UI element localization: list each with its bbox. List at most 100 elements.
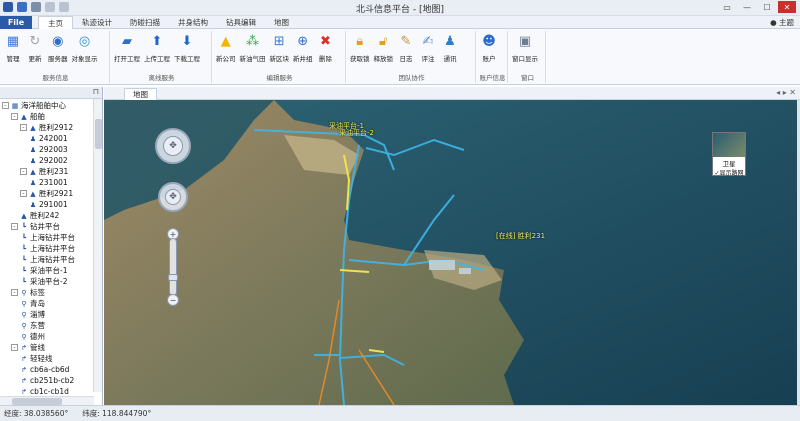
tree-node[interactable]: ♟ 242001 — [0, 133, 102, 144]
tree-node[interactable]: ┗ 上海钻井平台 — [0, 232, 102, 243]
expand-toggle-icon[interactable]: - — [11, 344, 18, 351]
expand-toggle-icon[interactable]: - — [11, 289, 18, 296]
tab-scroll-arrows[interactable]: ◂ ▸ ✕ — [776, 88, 796, 97]
tree-node[interactable]: ⚲ 东营 — [0, 320, 102, 331]
tree-node-label: 292003 — [39, 145, 68, 154]
account-button[interactable]: ☻ 账户 — [478, 31, 500, 69]
crew-icon: ♟ — [29, 156, 37, 165]
map-label-platform-2[interactable]: 采油平台-2 — [339, 128, 374, 138]
tree-node[interactable]: ┗ 上海钻井平台 — [0, 243, 102, 254]
scrollbar-thumb[interactable] — [95, 119, 102, 149]
tab-collision-scan[interactable]: 防碰扫描 — [121, 16, 169, 29]
file-tab[interactable]: File — [0, 16, 32, 29]
window-display-button[interactable]: ▣ 窗口显示 — [510, 31, 540, 69]
zoom-out-button[interactable]: − — [167, 294, 179, 306]
release-lock-button[interactable]: 🔓︎ 释放锁 — [372, 31, 396, 69]
pen-icon: ✎ — [400, 33, 412, 49]
tree-node[interactable]: ┗ 采油平台-2 — [0, 276, 102, 287]
tree-vertical-scrollbar[interactable] — [93, 99, 102, 392]
tree-node[interactable]: ▲ 胜利242 — [0, 210, 102, 221]
tree-node[interactable]: ↱ cb6a-cb6d — [0, 364, 102, 375]
minimize-button[interactable]: — — [738, 1, 756, 13]
ribbon-tabs: 主页 轨迹设计 防碰扫描 井身结构 钻具编辑 地图 — [38, 16, 298, 29]
tree-horizontal-scrollbar[interactable] — [0, 396, 94, 405]
expand-toggle-icon[interactable]: - — [2, 102, 9, 109]
satellite-map[interactable]: ✥ ✥ + − 采油平台-1 采油平台-2 [在线] 胜利231 卫星 ✓显示路… — [104, 100, 797, 405]
tree-node[interactable]: - ⚲ 标签 — [0, 287, 102, 298]
tree-node-label: cb6a-cb6d — [30, 365, 70, 374]
tree-node[interactable]: ↱ 轻轻线 — [0, 353, 102, 364]
object-display-button[interactable]: ◎ 对象显示 — [70, 31, 100, 69]
tilt-icon[interactable]: ✥ — [165, 189, 181, 205]
new-well-group-button[interactable]: ⊕ 新井组 — [291, 31, 315, 69]
update-button[interactable]: ↻ 更新 — [24, 31, 46, 69]
pan-arrows-icon[interactable]: ✥ — [163, 136, 183, 156]
folder-open-icon: ▰ — [122, 33, 132, 49]
maximize-button[interactable]: ☐ — [758, 1, 776, 13]
open-project-button[interactable]: ▰ 打开工程 — [112, 31, 142, 69]
rig-icon: ┗ — [21, 277, 27, 286]
tree-node[interactable]: - ▦ 海洋船舶中心 — [0, 100, 102, 111]
show-roads-checkbox[interactable]: ✓显示路网 — [713, 168, 745, 177]
acquire-lock-button[interactable]: 🔒︎ 获取锁 — [348, 31, 372, 69]
tab-map-document[interactable]: 地图 — [124, 88, 157, 100]
comment-button[interactable]: ✍ 评注 — [417, 31, 439, 69]
server-button[interactable]: ◉ 服务器 — [46, 31, 70, 69]
scrollbar-thumb[interactable] — [12, 398, 62, 405]
pin-panel-icon[interactable]: ⊓ — [93, 87, 99, 96]
lock-icon: 🔒︎ — [356, 33, 364, 49]
tab-home[interactable]: 主页 — [38, 16, 73, 29]
tree-node[interactable]: ♟ 231001 — [0, 177, 102, 188]
group-label: 账户信息 — [479, 74, 506, 82]
close-button[interactable]: ✕ — [778, 1, 796, 13]
communication-button[interactable]: ♟ 通讯 — [439, 31, 461, 69]
tab-well-structure[interactable]: 井身结构 — [169, 16, 217, 29]
tree-node[interactable]: ┗ 采油平台-1 — [0, 265, 102, 276]
tree-node[interactable]: - ┗ 钻井平台 — [0, 221, 102, 232]
tree-node[interactable]: ♟ 292002 — [0, 155, 102, 166]
log-button[interactable]: ✎ 日志 — [395, 31, 417, 69]
expand-toggle-icon[interactable]: - — [11, 113, 18, 120]
upload-project-button[interactable]: ⬆ 上传工程 — [142, 31, 172, 69]
tree-node[interactable]: - ▲ 胜利2921 — [0, 188, 102, 199]
tree-node[interactable]: ⚲ 淄博 — [0, 309, 102, 320]
expand-toggle-icon[interactable]: - — [20, 124, 27, 131]
tree-node[interactable]: ↱ cb251b-cb2 — [0, 375, 102, 386]
theme-menu[interactable]: ● 主题 — [770, 17, 794, 28]
tab-map[interactable]: 地图 — [265, 16, 298, 29]
tree-node[interactable]: - ▲ 胜利231 — [0, 166, 102, 177]
download-project-button[interactable]: ⬇ 下载工程 — [172, 31, 202, 69]
map-tilt-control[interactable]: ✥ — [158, 182, 188, 212]
tab-drill-editor[interactable]: 钻具编辑 — [217, 16, 265, 29]
tree-node[interactable]: ⚲ 青岛 — [0, 298, 102, 309]
expand-toggle-icon[interactable]: - — [11, 223, 18, 230]
tree-node[interactable]: ┗ 上海钻井平台 — [0, 254, 102, 265]
new-oilfield-button[interactable]: ⁂ 新油气田 — [238, 31, 268, 69]
basemap-switcher[interactable]: 卫星 ✓显示路网 — [712, 132, 746, 177]
port-structure — [429, 260, 455, 270]
tree-node[interactable]: - ↱ 管线 — [0, 342, 102, 353]
zoom-slider[interactable] — [168, 238, 178, 296]
restore-window-button[interactable]: ▭ — [718, 1, 736, 13]
delete-button[interactable]: ✖ 删除 — [315, 31, 337, 69]
map-pan-control[interactable]: ✥ — [155, 128, 191, 164]
tree-node[interactable]: ♟ 291001 — [0, 199, 102, 210]
window-icon: ▣ — [518, 33, 532, 49]
group-label: 窗口 — [521, 74, 534, 82]
tree-node[interactable]: ⚲ 德州 — [0, 331, 102, 342]
zoom-slider-knob[interactable] — [168, 274, 178, 281]
tree-node[interactable]: - ▲ 船舶 — [0, 111, 102, 122]
rig-icon: ┗ — [21, 255, 27, 264]
expand-toggle-icon[interactable]: - — [20, 190, 27, 197]
satellite-thumbnail[interactable] — [713, 133, 745, 157]
map-label-vessel[interactable]: [在线] 胜利231 — [496, 231, 545, 241]
new-company-button[interactable]: ▲ 新公司 — [214, 31, 238, 69]
account-icon: ☻ — [482, 33, 496, 49]
manage-button[interactable]: ▦ 管理 — [2, 31, 24, 69]
tree-node[interactable]: ♟ 292003 — [0, 144, 102, 155]
expand-toggle-icon[interactable]: - — [20, 168, 27, 175]
tree-node[interactable]: - ▲ 胜利2912 — [0, 122, 102, 133]
ship-icon: ▲ — [21, 112, 27, 121]
new-block-button[interactable]: ⊞ 新区块 — [268, 31, 292, 69]
tab-trajectory-design[interactable]: 轨迹设计 — [73, 16, 121, 29]
